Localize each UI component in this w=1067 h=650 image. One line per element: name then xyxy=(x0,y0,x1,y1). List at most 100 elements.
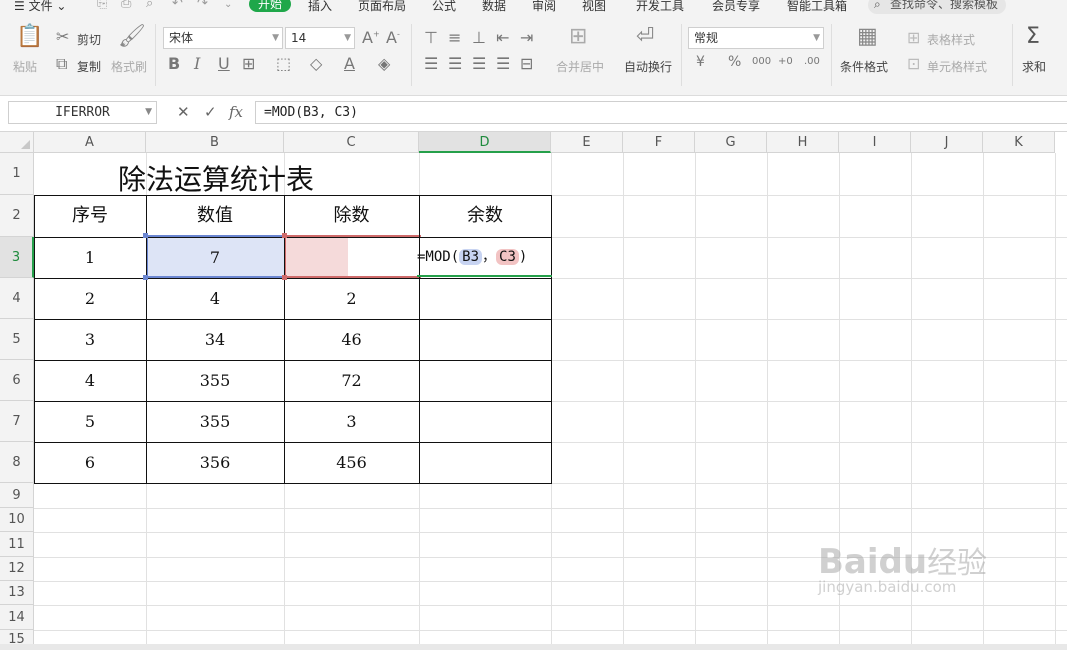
tab-formulas[interactable]: 公式 xyxy=(432,0,456,14)
table-header-cell[interactable]: 余数 xyxy=(419,195,551,237)
column-header-k[interactable]: K xyxy=(983,132,1055,153)
distribute-icon[interactable]: ⊟ xyxy=(520,54,533,73)
row-header-10[interactable]: 10 xyxy=(0,508,34,532)
row-header-1[interactable]: 1 xyxy=(0,153,34,195)
row-header-7[interactable]: 7 xyxy=(0,401,34,442)
tab-review[interactable]: 审阅 xyxy=(532,0,556,14)
tab-insert[interactable]: 插入 xyxy=(308,0,332,14)
italic-icon[interactable]: I xyxy=(194,54,200,73)
copy-button[interactable]: 复制 xyxy=(77,58,101,75)
tab-data[interactable]: 数据 xyxy=(482,0,506,14)
table-cell[interactable] xyxy=(419,278,551,319)
column-header-i[interactable]: I xyxy=(839,132,911,153)
increase-font-icon[interactable]: A+ xyxy=(362,28,380,47)
tab-developer[interactable]: 开发工具 xyxy=(636,0,684,14)
confirm-icon[interactable]: ✓ xyxy=(204,103,217,121)
editing-cell-d3[interactable]: =MOD(B3， C3) xyxy=(417,246,552,277)
column-header-h[interactable]: H xyxy=(767,132,839,153)
print-preview-icon[interactable]: ⌕ xyxy=(146,0,153,11)
table-style-icon[interactable]: ⊞ xyxy=(907,28,920,47)
row-header-8[interactable]: 8 xyxy=(0,442,34,483)
merge-icon[interactable]: ⊞ xyxy=(569,24,587,49)
sigma-icon[interactable]: Σ xyxy=(1026,24,1040,49)
table-cell[interactable]: 2 xyxy=(34,278,146,319)
table-cell[interactable] xyxy=(419,442,551,483)
redo-icon[interactable]: ↷ xyxy=(197,0,208,11)
paste-button[interactable]: 粘贴 xyxy=(13,58,37,75)
align-top-icon[interactable]: ⊤ xyxy=(424,28,438,47)
column-header-a[interactable]: A xyxy=(34,132,146,153)
number-format-select[interactable]: 常规 ▼ xyxy=(688,27,824,49)
table-header-cell[interactable]: 数值 xyxy=(146,195,284,237)
tab-view[interactable]: 视图 xyxy=(582,0,606,14)
ref-handle-b3-tl[interactable] xyxy=(143,233,148,238)
justify-icon[interactable]: ☰ xyxy=(496,54,510,73)
currency-icon[interactable]: ¥ xyxy=(696,54,705,70)
select-all-corner[interactable] xyxy=(0,132,34,153)
cell-style-button[interactable]: 单元格样式 xyxy=(927,58,987,75)
format-painter-icon[interactable]: 🖌 xyxy=(118,24,146,49)
shape-icon[interactable]: ◇ xyxy=(310,54,322,73)
table-cell[interactable]: 7 xyxy=(146,237,284,278)
print-icon[interactable]: ⎙ xyxy=(121,0,131,11)
merge-center-button[interactable]: 合并居中 xyxy=(556,58,604,75)
row-header-13[interactable]: 13 xyxy=(0,581,34,605)
align-left-icon[interactable]: ☰ xyxy=(424,54,438,73)
table-cell[interactable]: 3 xyxy=(34,319,146,360)
thousands-icon[interactable]: 000 xyxy=(752,56,771,67)
column-header-j[interactable]: J xyxy=(911,132,983,153)
clear-format-icon[interactable]: ◈ xyxy=(378,54,390,73)
table-cell[interactable] xyxy=(419,401,551,442)
cancel-icon[interactable]: ✕ xyxy=(177,103,190,121)
percent-icon[interactable]: % xyxy=(728,54,741,70)
table-cell[interactable]: 355 xyxy=(146,360,284,401)
customize-chevron-icon[interactable]: ⌄ xyxy=(224,0,232,10)
row-header-9[interactable]: 9 xyxy=(0,483,34,508)
fill-color-icon[interactable]: ⬚ xyxy=(276,54,291,73)
align-right-icon[interactable]: ☰ xyxy=(472,54,486,73)
column-header-b[interactable]: B xyxy=(146,132,284,153)
align-bottom-icon[interactable]: ⊥ xyxy=(472,28,486,47)
wrap-text-button[interactable]: 自动换行 xyxy=(624,58,672,75)
align-middle-icon[interactable]: ≡ xyxy=(448,28,461,47)
tab-page-layout[interactable]: 页面布局 xyxy=(358,0,406,14)
increase-decimal-icon[interactable]: +0 xyxy=(778,56,793,67)
conditional-format-icon[interactable]: ▦ xyxy=(857,24,878,49)
tab-member[interactable]: 会员专享 xyxy=(712,0,760,14)
table-cell[interactable]: 4 xyxy=(146,278,284,319)
table-cell[interactable]: 6 xyxy=(34,442,146,483)
table-cell[interactable] xyxy=(419,319,551,360)
table-style-button[interactable]: 表格样式 xyxy=(927,31,975,48)
decrease-decimal-icon[interactable]: .00 xyxy=(804,56,820,67)
align-center-icon[interactable]: ☰ xyxy=(448,54,462,73)
table-cell[interactable]: 356 xyxy=(146,442,284,483)
font-size-select[interactable]: 14 ▼ xyxy=(285,27,355,49)
underline-icon[interactable]: U xyxy=(218,54,230,73)
row-header-5[interactable]: 5 xyxy=(0,319,34,360)
row-header-2[interactable]: 2 xyxy=(0,195,34,237)
row-header-12[interactable]: 12 xyxy=(0,557,34,581)
table-cell[interactable]: 1 xyxy=(34,237,146,278)
column-header-f[interactable]: F xyxy=(623,132,695,153)
conditional-format-button[interactable]: 条件格式 xyxy=(840,58,888,75)
name-box[interactable]: IFERROR ▼ xyxy=(8,101,157,124)
bold-icon[interactable]: B xyxy=(168,54,180,73)
cell-style-icon[interactable]: ⊡ xyxy=(907,54,920,73)
cut-button[interactable]: 剪切 xyxy=(77,31,101,48)
ref-handle-c3-tl[interactable] xyxy=(282,233,287,238)
border-icon[interactable]: ⊞ xyxy=(242,54,255,73)
tab-smart-toolbox[interactable]: 智能工具箱 xyxy=(787,0,847,14)
column-header-g[interactable]: G xyxy=(695,132,767,153)
wrap-text-icon[interactable]: ⏎ xyxy=(636,24,654,49)
table-cell[interactable]: 3 xyxy=(284,401,419,442)
file-menu[interactable]: ☰ 文件 ⌄ xyxy=(14,0,66,14)
table-cell[interactable]: 4 xyxy=(34,360,146,401)
table-header-cell[interactable]: 除数 xyxy=(284,195,419,237)
row-header-3[interactable]: 3 xyxy=(0,237,34,278)
table-cell[interactable] xyxy=(284,237,419,278)
table-cell[interactable] xyxy=(419,360,551,401)
ref-handle-b3-bl[interactable] xyxy=(143,275,148,280)
formula-input[interactable]: =MOD(B3, C3) xyxy=(255,101,1067,124)
table-cell[interactable]: 72 xyxy=(284,360,419,401)
table-cell[interactable]: 46 xyxy=(284,319,419,360)
